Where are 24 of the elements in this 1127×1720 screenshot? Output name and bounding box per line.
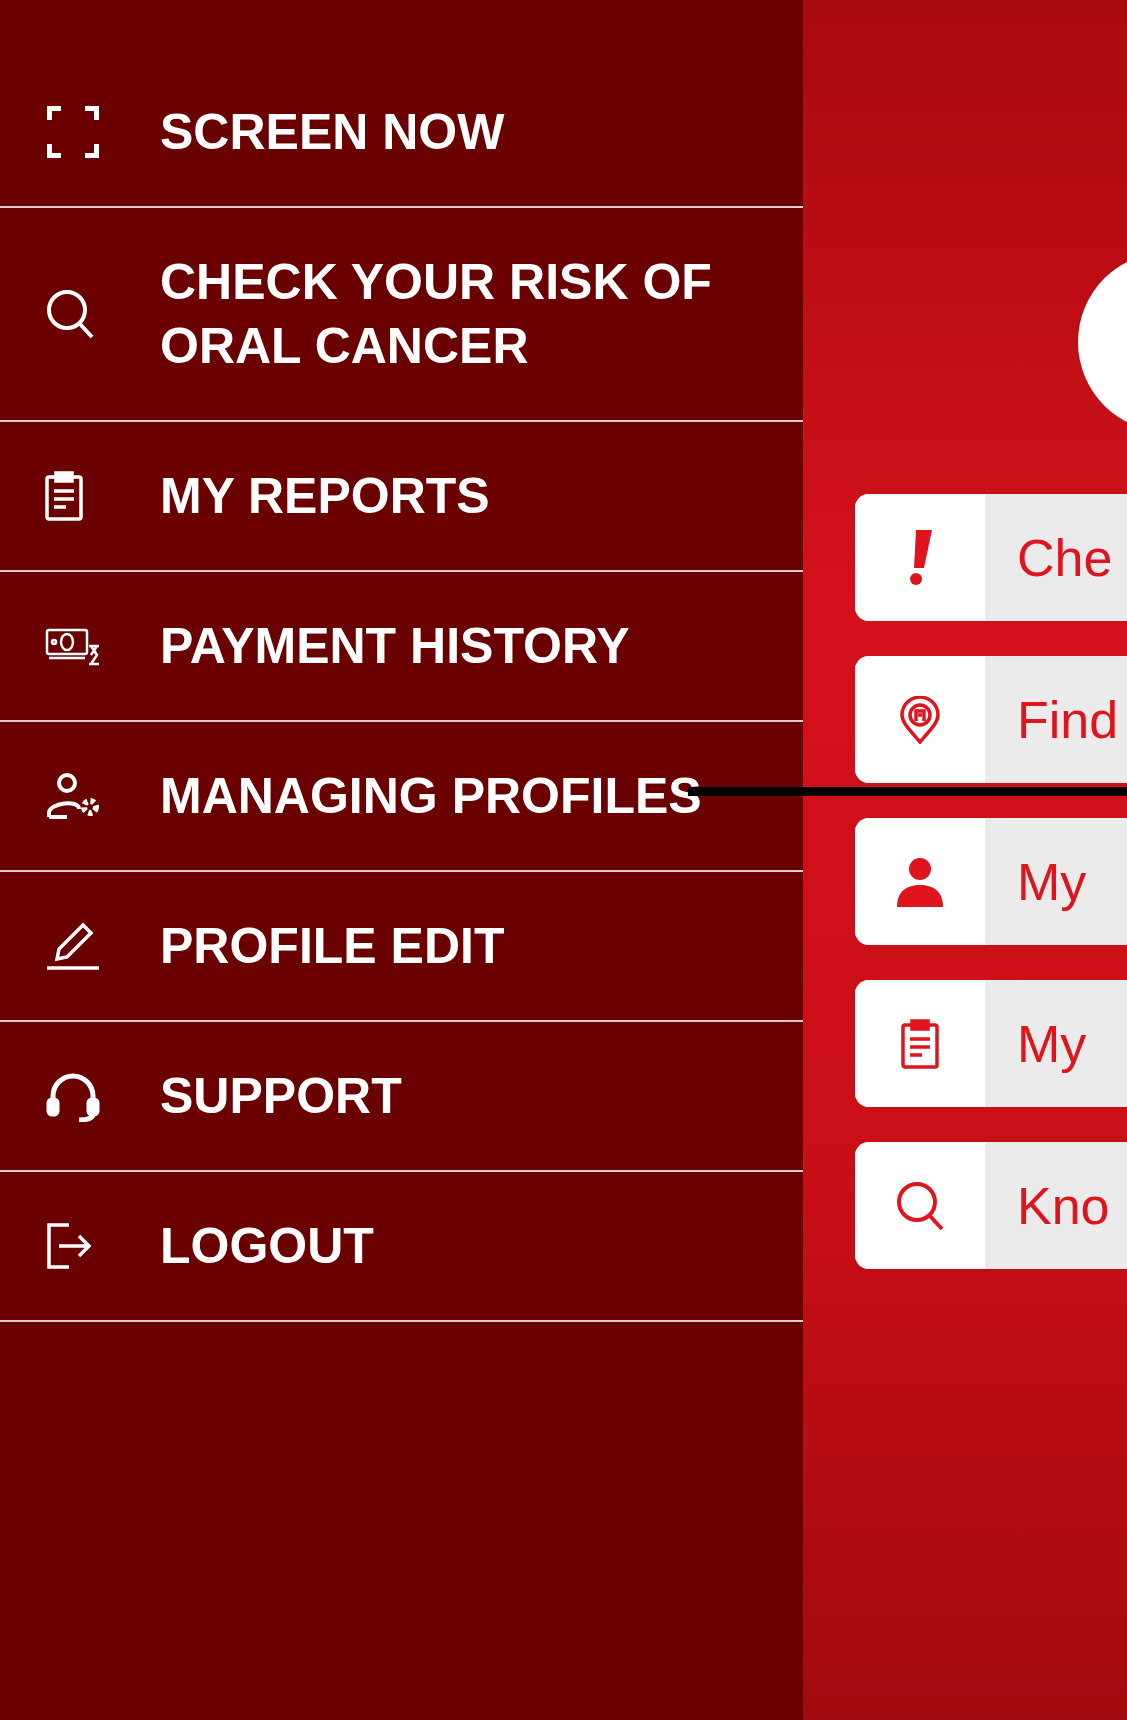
search-icon	[45, 288, 95, 340]
menu-card[interactable]: Find	[855, 656, 1127, 783]
search-icon	[895, 1179, 945, 1232]
menu-card[interactable]: Che	[855, 494, 1127, 621]
pencil-icon	[45, 921, 101, 971]
menu-item[interactable]: CHECK YOUR RISK OF ORAL CANCER	[0, 208, 803, 422]
clipboard-icon	[901, 1018, 939, 1069]
logout-icon	[45, 1221, 93, 1271]
person-icon	[895, 856, 945, 907]
location-pin-icon	[900, 695, 940, 744]
menu-item[interactable]: PAYMENT HISTORY	[0, 572, 803, 722]
menu-card[interactable]: Kno	[855, 1142, 1127, 1269]
scan-frame-icon	[45, 104, 101, 160]
menu-item[interactable]: SCREEN NOW	[0, 100, 803, 208]
clipboard-icon	[45, 471, 83, 521]
menu-item[interactable]: PROFILE EDIT	[0, 872, 803, 1022]
menu-card[interactable]: My	[855, 980, 1127, 1107]
menu-card[interactable]: My	[855, 818, 1127, 945]
menu-item[interactable]: SUPPORT	[0, 1022, 803, 1172]
cash-hourglass-icon	[45, 626, 101, 666]
user-gear-icon	[45, 771, 101, 821]
exclamation-icon	[908, 529, 932, 586]
menu-item[interactable]: MY REPORTS	[0, 422, 803, 572]
menu-item[interactable]: LOGOUT	[0, 1172, 803, 1322]
